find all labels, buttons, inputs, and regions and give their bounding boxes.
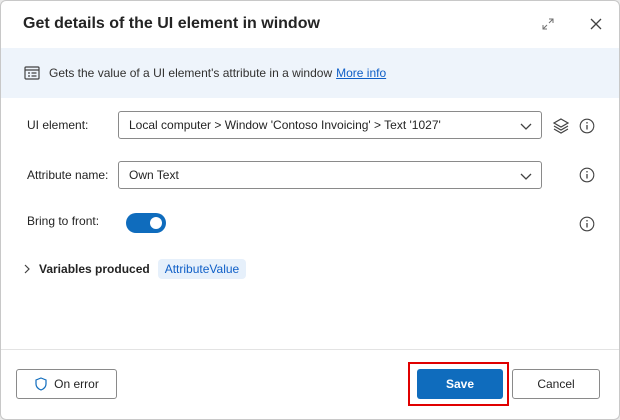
attribute-name-dropdown[interactable]: Own Text: [118, 161, 542, 189]
chevron-down-icon: [520, 173, 532, 180]
expand-icon: [542, 18, 554, 30]
on-error-label: On error: [54, 377, 99, 391]
document-list-icon: [24, 66, 40, 80]
attribute-name-label: Attribute name:: [27, 168, 109, 182]
chevron-down-icon: [520, 123, 532, 130]
ui-element-label: UI element:: [27, 118, 89, 132]
close-button[interactable]: [585, 13, 607, 35]
toggle-knob: [150, 217, 162, 229]
close-icon: [590, 18, 602, 30]
cancel-button[interactable]: Cancel: [512, 369, 600, 399]
bring-to-front-label: Bring to front:: [27, 214, 100, 228]
attribute-name-info-icon[interactable]: [579, 167, 595, 183]
expand-button[interactable]: [537, 13, 559, 35]
footer-divider: [1, 349, 619, 350]
variables-produced-row[interactable]: Variables produced AttributeValue: [23, 258, 247, 280]
bring-to-front-info-icon[interactable]: [579, 216, 595, 232]
dialog: Get details of the UI element in window …: [0, 0, 620, 420]
ui-element-value: Local computer > Window 'Contoso Invoici…: [129, 118, 441, 132]
info-text: Gets the value of a UI element's attribu…: [49, 66, 333, 80]
save-button[interactable]: Save: [417, 369, 503, 399]
variables-produced-label: Variables produced: [39, 262, 150, 276]
more-info-link[interactable]: More info: [336, 66, 386, 80]
info-bar: Gets the value of a UI element's attribu…: [1, 48, 619, 98]
ui-element-dropdown[interactable]: Local computer > Window 'Contoso Invoici…: [118, 111, 542, 139]
dialog-title: Get details of the UI element in window: [23, 15, 320, 32]
layers-icon[interactable]: [552, 117, 570, 135]
shield-icon: [35, 377, 47, 391]
chevron-right-icon: [24, 264, 30, 274]
on-error-button[interactable]: On error: [16, 369, 117, 399]
bring-to-front-toggle[interactable]: [126, 213, 166, 233]
variable-chip[interactable]: AttributeValue: [157, 259, 247, 279]
attribute-name-value: Own Text: [129, 168, 179, 182]
ui-element-info-icon[interactable]: [579, 118, 595, 134]
